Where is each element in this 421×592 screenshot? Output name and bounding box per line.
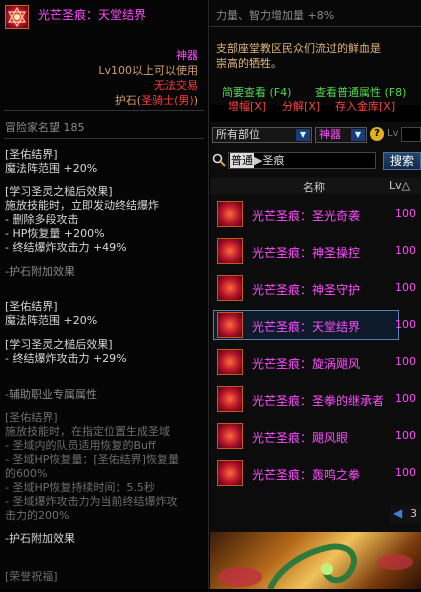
level-requirement: Lv100以上可以使用 <box>98 64 198 77</box>
disassemble-action[interactable]: 分解[X] <box>282 98 320 114</box>
effect-line: - 终结爆炸攻击力 +29% <box>5 352 127 365</box>
name-column-header[interactable]: 名称 <box>303 179 325 195</box>
item-slot: 护石(圣骑士(男)) <box>114 94 198 107</box>
adventurer-fame: 冒险家名望 185 <box>5 121 85 134</box>
effect-line: - 终结爆炸攻击力 +49% <box>5 241 127 254</box>
effect-line: 魔法阵范围 +20% <box>5 162 98 175</box>
stigma-item-icon <box>217 275 243 301</box>
section-header: -护石附加效果 <box>5 265 75 278</box>
chevron-down-icon: ▼ <box>296 129 310 141</box>
list-header: 名称 Lv△ <box>210 178 421 194</box>
divider <box>4 138 204 139</box>
stigma-item-icon <box>217 460 243 486</box>
prev-page-arrow-icon[interactable]: ◀ <box>393 506 402 520</box>
search-icon <box>212 153 226 170</box>
pager: ◀ 3 <box>390 505 421 523</box>
list-item-selected[interactable]: 光芒圣痕：天堂结界 100 <box>210 308 421 342</box>
page-number: 3 <box>410 507 417 520</box>
level-column-header[interactable]: Lv△ <box>389 179 410 192</box>
stigma-item-icon <box>217 349 243 375</box>
effect-line: 魔法阵范围 +20% <box>5 314 98 327</box>
list-item[interactable]: 光芒圣痕：旋涡飓风 100 <box>210 345 421 379</box>
category-select[interactable]: 所有部位 ▼ <box>212 127 312 143</box>
section-header: -辅助职业专属属性 <box>5 388 97 401</box>
stigma-item-icon <box>217 201 243 227</box>
chevron-down-icon: ▼ <box>351 129 365 141</box>
list-item[interactable]: 光芒圣痕：神圣守护 100 <box>210 271 421 305</box>
store-action[interactable]: 存入金库[X] <box>335 98 395 114</box>
flavor-text: 支部座堂教区民众们流过的鲜血是 <box>216 42 381 55</box>
divider <box>210 26 421 27</box>
search-row: 普通▶圣痕 搜索 <box>210 152 421 170</box>
list-item[interactable]: 光芒圣痕：圣拳的继承者 100 <box>210 382 421 416</box>
amplify-action[interactable]: 增幅[X] <box>228 98 266 114</box>
search-query: 圣痕 <box>262 154 285 167</box>
list-item[interactable]: 光芒圣痕：轰鸣之拳 100 <box>210 456 421 490</box>
stat-bonus: 力量、智力增加量 +8% <box>216 9 335 22</box>
list-item[interactable]: 光芒圣痕：圣光奇袭 100 <box>210 197 421 231</box>
trade-status: 无法交易 <box>154 79 198 92</box>
flavor-text: 崇高的牺牲。 <box>216 57 282 70</box>
item-tooltip: 光芒圣痕：天堂结界 神器 Lv100以上可以使用 无法交易 护石(圣骑士(男))… <box>0 0 209 589</box>
stigma-item-icon <box>217 312 243 338</box>
stigma-item-icon <box>217 386 243 412</box>
effect-line: [荣誉祝福] <box>5 570 58 583</box>
search-mode-toggle[interactable]: 普通 <box>230 153 254 168</box>
list-item[interactable]: 光芒圣痕：飓风眼 100 <box>210 419 421 453</box>
help-icon[interactable]: ? <box>370 127 384 141</box>
item-description-panel: 力量、智力增加量 +8% 支部座堂教区民众们流过的鲜血是 崇高的牺牲。 简要查看… <box>210 0 421 113</box>
stigma-item-icon <box>217 238 243 264</box>
level-filter-label: Lv <box>387 128 399 139</box>
rarity-select[interactable]: 神器 ▼ <box>315 127 367 143</box>
level-filter-input[interactable] <box>401 127 421 142</box>
class-requirement: 圣骑士(男) <box>141 94 194 107</box>
item-icon <box>5 5 29 29</box>
search-button[interactable]: 搜索 <box>383 152 421 170</box>
divider <box>4 110 204 111</box>
banner-artwork <box>210 532 421 591</box>
section-header: -护石附加效果 <box>5 532 75 545</box>
list-item[interactable]: 光芒圣痕：神圣操控 100 <box>210 234 421 268</box>
auction-search-panel: 所有部位 ▼ 神器 ▼ ? Lv 普通▶圣痕 搜索 名称 Lv△ 光芒圣痕：圣光奇袭… <box>210 122 421 591</box>
item-name: 光芒圣痕：天堂结界 <box>38 8 147 22</box>
effect-line: 击力的200% <box>5 509 70 522</box>
item-rarity: 神器 <box>176 49 198 62</box>
search-input[interactable]: 普通▶圣痕 <box>228 152 376 169</box>
stigma-item-icon <box>217 423 243 449</box>
